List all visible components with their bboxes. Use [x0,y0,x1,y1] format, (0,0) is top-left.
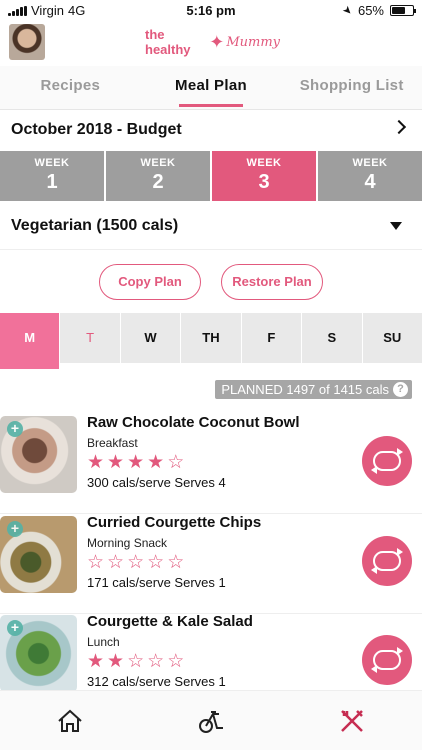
week-4-button[interactable]: WEEK 4 [318,151,422,201]
day-tab-saturday[interactable]: S [301,313,361,363]
logo-figure-icon: ✦ [209,31,225,52]
week-label: WEEK [246,157,282,169]
day-tab-wednesday[interactable]: W [119,313,180,363]
cutlery-icon [340,709,363,732]
meal-type: Morning Snack [87,536,168,550]
add-icon[interactable]: + [7,620,23,636]
location-icon: ➤ [339,3,355,19]
star-empty-icon[interactable]: ☆ [167,452,184,474]
diet-dropdown[interactable]: Vegetarian (1500 cals) [0,202,422,250]
day-tab-sunday[interactable]: SU [361,313,422,363]
swap-icon [371,647,403,673]
star-filled-icon[interactable]: ★ [87,452,104,474]
swap-meal-button[interactable] [362,536,412,586]
week-3-button[interactable]: WEEK 3 [212,151,316,201]
exercise-bike-icon [199,710,223,733]
week-label: WEEK [352,157,388,169]
meal-type: Lunch [87,635,120,649]
nav-exercise[interactable] [141,691,282,750]
day-tab-monday[interactable]: M [0,313,60,369]
chevron-right-icon[interactable] [391,119,407,135]
week-label: WEEK [34,157,70,169]
meal-type: Breakfast [87,436,138,450]
battery-percent: 65% [357,3,384,18]
battery-icon [390,5,416,16]
plan-month-title: October 2018 - Budget [11,121,182,138]
day-tab-friday[interactable]: F [240,313,301,363]
restore-plan-button[interactable]: Restore Plan [221,264,323,300]
meal-item[interactable]: + Curried Courgette Chips Morning Snack … [0,514,422,614]
day-tab-thursday[interactable]: TH [180,313,240,363]
home-icon [58,709,83,732]
meal-name: Curried Courgette Chips [87,514,262,531]
week-number: 1 [46,171,58,193]
star-empty-icon[interactable]: ☆ [147,651,164,673]
meal-name: Raw Chocolate Coconut Bowl [87,414,300,431]
planned-calories-badge: PLANNED 1497 of 1415 cals ? [215,380,412,399]
star-filled-icon[interactable]: ★ [87,651,104,673]
add-icon[interactable]: + [7,521,23,537]
help-icon[interactable]: ? [393,382,408,397]
caret-down-icon[interactable] [390,222,402,230]
day-selector: M T W TH F S SU [0,313,422,369]
meal-name: Courgette & Kale Salad [87,613,253,630]
day-tab-tuesday[interactable]: T [59,313,119,363]
rating-stars[interactable]: ★ ★ ☆ ☆ ☆ [87,651,184,673]
star-empty-icon[interactable]: ☆ [127,552,144,574]
top-tabs: Recipes Meal Plan Shopping List [0,66,422,110]
status-bar: Virgin 4G 5:16 pm ➤ 65% [0,0,422,22]
plan-month-selector[interactable]: October 2018 - Budget [0,110,422,150]
star-empty-icon[interactable]: ☆ [107,552,124,574]
week-number: 2 [152,171,164,193]
diet-label: Vegetarian (1500 cals) [11,216,179,234]
app-logo: the healthy ✦ Mummy [145,27,280,57]
meal-meta: 312 cals/serve Serves 1 [87,674,226,689]
swap-icon [371,448,403,474]
tab-recipes[interactable]: Recipes [0,66,141,109]
planned-calories-text: PLANNED 1497 of 1415 cals [221,382,389,397]
week-1-button[interactable]: WEEK 1 [0,151,104,201]
week-label: WEEK [140,157,176,169]
star-empty-icon[interactable]: ☆ [167,552,184,574]
avatar[interactable] [9,24,45,60]
swap-icon [371,548,403,574]
star-filled-icon[interactable]: ★ [127,452,144,474]
star-filled-icon[interactable]: ★ [147,452,164,474]
nav-meal-plan[interactable] [281,691,422,750]
plan-actions: Copy Plan Restore Plan [0,264,422,300]
star-empty-icon[interactable]: ☆ [147,552,164,574]
bottom-nav [0,690,422,750]
meal-meta: 300 cals/serve Serves 4 [87,475,226,490]
rating-stars[interactable]: ☆ ☆ ☆ ☆ ☆ [87,552,184,574]
tab-shopping-list[interactable]: Shopping List [281,66,422,109]
add-icon[interactable]: + [7,421,23,437]
tab-meal-plan[interactable]: Meal Plan [141,66,282,109]
copy-plan-button[interactable]: Copy Plan [99,264,201,300]
week-number: 3 [258,171,270,193]
week-2-button[interactable]: WEEK 2 [106,151,210,201]
star-filled-icon[interactable]: ★ [107,452,124,474]
status-right: ➤ 65% [339,3,416,19]
nav-home[interactable] [0,691,141,750]
swap-meal-button[interactable] [362,436,412,486]
star-empty-icon[interactable]: ☆ [87,552,104,574]
swap-meal-button[interactable] [362,635,412,685]
week-selector: WEEK 1 WEEK 2 WEEK 3 WEEK 4 [0,151,422,201]
star-empty-icon[interactable]: ☆ [127,651,144,673]
logo-suffix: Mummy [226,34,280,50]
week-number: 4 [364,171,376,193]
meal-item[interactable]: + Raw Chocolate Coconut Bowl Breakfast ★… [0,414,422,514]
app-header: the healthy ✦ Mummy [0,22,422,66]
meal-meta: 171 cals/serve Serves 1 [87,575,226,590]
rating-stars[interactable]: ★ ★ ★ ★ ☆ [87,452,184,474]
star-filled-icon[interactable]: ★ [107,651,124,673]
logo-prefix: the healthy [145,27,191,57]
star-empty-icon[interactable]: ☆ [167,651,184,673]
